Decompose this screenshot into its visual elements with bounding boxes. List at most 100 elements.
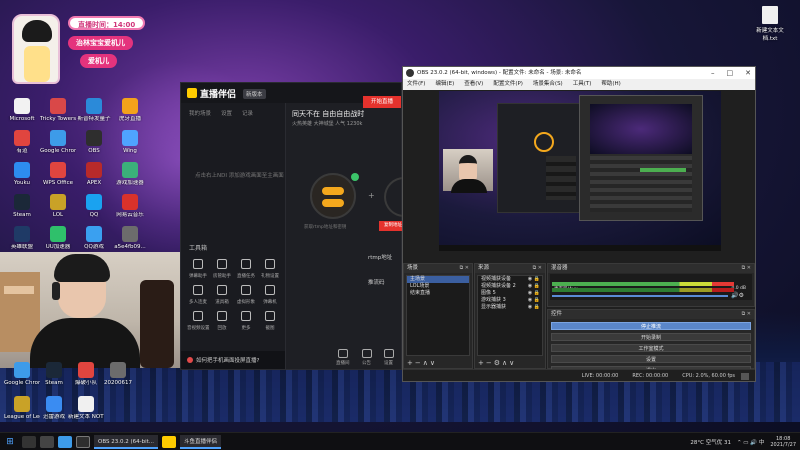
visibility-lock-icon[interactable]: ◉ 🔒: [528, 283, 540, 290]
clock[interactable]: 18:08 2021/7/27: [770, 436, 796, 448]
visibility-lock-icon[interactable]: ◉ 🔒: [528, 304, 540, 311]
desktop-icon[interactable]: LOL: [40, 192, 76, 228]
desktop-icon[interactable]: 20200617: [100, 360, 136, 396]
desktop-icon[interactable]: Steam: [4, 192, 40, 228]
menu-item[interactable]: 配置文件(P): [493, 79, 523, 90]
speaker-icon[interactable]: 🔊⚙: [731, 292, 744, 299]
visibility-lock-icon[interactable]: ◉ 🔒: [528, 290, 540, 297]
desktop-icon[interactable]: Microsoft: [4, 96, 40, 132]
desktop-icon[interactable]: League of Legends: [4, 394, 40, 430]
desktop-icon[interactable]: 斯普特发量子: [76, 96, 112, 132]
desktop-icon[interactable]: Google Chrome: [4, 360, 40, 396]
toolbox-item[interactable]: 弹幕助手: [187, 259, 209, 279]
desktop-icon[interactable]: Tricky Towers: [40, 96, 76, 132]
source-item[interactable]: 游戏捕获 3 ◉ 🔒: [478, 297, 542, 304]
visibility-lock-icon[interactable]: ◉ 🔒: [528, 297, 540, 304]
desktop-icon[interactable]: 有道: [4, 128, 40, 164]
desktop-icon[interactable]: WPS Office: [40, 160, 76, 196]
minimize-icon[interactable]: –: [711, 67, 715, 79]
toolbox-item[interactable]: 弹幕机: [259, 285, 281, 305]
scene-item[interactable]: 主场景: [407, 276, 469, 283]
source-item[interactable]: 图像 5 ◉ 🔒: [478, 290, 542, 297]
menu-item[interactable]: 文件(F): [407, 79, 425, 90]
taskbar-app-helper[interactable]: 斗鱼直播伴侣: [180, 434, 222, 449]
close-icon[interactable]: ✕: [745, 67, 751, 79]
projection-tip[interactable]: 如何把手机画面投屏直播?: [181, 351, 285, 369]
windows-start-icon[interactable]: ⊞: [0, 437, 20, 447]
chrome-icon[interactable]: [58, 435, 72, 448]
tray-icons[interactable]: ⌃ ▭ 🔊 中: [737, 438, 764, 446]
desktop-icon[interactable]: Google Chrome: [40, 128, 76, 164]
webcam-chair: [140, 280, 174, 368]
desktop-file-icon[interactable]: 新建文本文档.txt: [752, 6, 788, 42]
tool-label: 虚拟形象: [237, 300, 255, 305]
toolbox-item[interactable]: 房管助手: [211, 259, 233, 279]
desktop-icon-label: Tricky Towers: [40, 116, 76, 122]
menu-item[interactable]: 场景集合(S): [533, 79, 563, 90]
volume-slider[interactable]: [552, 295, 728, 297]
scene-item[interactable]: LOL场景: [407, 283, 469, 290]
tool-icon: [241, 285, 251, 295]
toolbox-item[interactable]: 音视频设置: [187, 311, 210, 331]
nav-settings[interactable]: 设置: [221, 109, 232, 117]
nav-scenes[interactable]: 我的场景: [189, 109, 211, 117]
app-icon: [14, 194, 30, 210]
control-button[interactable]: 开始录制: [551, 333, 751, 341]
live-room-button[interactable]: 直播间: [336, 349, 350, 366]
desktop-icon[interactable]: 迅雷游戏: [36, 394, 72, 430]
scenes-toolbar[interactable]: +−∧∨: [407, 359, 437, 367]
maximize-icon[interactable]: □: [727, 67, 734, 79]
version-badge[interactable]: 新版本: [243, 89, 266, 99]
desktop-icon[interactable]: Wing: [112, 128, 148, 164]
desktop-icon[interactable]: Steam: [36, 360, 72, 396]
source-item[interactable]: 显示器捕获 ◉ 🔒: [478, 304, 542, 311]
app-icon: [86, 130, 102, 146]
control-button[interactable]: 停止推流: [551, 322, 751, 330]
toolbox-item[interactable]: 更多: [235, 311, 257, 331]
obs-preview[interactable]: [439, 91, 721, 251]
control-button[interactable]: 工作室模式: [551, 344, 751, 352]
desktop-icon[interactable]: APEX: [76, 160, 112, 196]
toolbox-item[interactable]: 虚拟形象: [235, 285, 257, 305]
sources-toolbar[interactable]: +−⚙∧∨: [478, 359, 516, 367]
add-icon[interactable]: +: [368, 191, 375, 200]
notice-button[interactable]: 公告: [361, 349, 372, 366]
desktop-icon[interactable]: 爆破小队: [68, 360, 104, 396]
toolbox-item[interactable]: 截图: [259, 311, 281, 331]
settings-button[interactable]: 设置: [383, 349, 394, 366]
desktop-icon-label: Youku: [14, 180, 30, 186]
nav-records[interactable]: 记录: [242, 109, 253, 117]
search-icon[interactable]: [22, 435, 36, 448]
toolbox-item[interactable]: 道具箱: [211, 285, 233, 305]
desktop-icon[interactable]: Youku: [4, 160, 40, 196]
toolbox-item[interactable]: 多人连麦: [187, 285, 209, 305]
obs-taskbar-icon[interactable]: [76, 435, 90, 448]
source-item[interactable]: 视频捕获设备 ◉ 🔒: [478, 276, 542, 283]
menu-item[interactable]: 帮助(H): [601, 79, 620, 90]
app-icon: [86, 194, 102, 210]
visibility-lock-icon[interactable]: ◉ 🔒: [528, 276, 540, 283]
toolbox-item[interactable]: 礼物设置: [259, 259, 281, 279]
menu-item[interactable]: 查看(V): [464, 79, 483, 90]
menu-item[interactable]: 编辑(E): [435, 79, 454, 90]
helper-taskbar-icon[interactable]: [162, 435, 177, 448]
menu-item[interactable]: 工具(T): [573, 79, 592, 90]
taskbar-app-obs[interactable]: OBS 23.0.2 (64-bit...: [94, 434, 159, 449]
source-item[interactable]: 视频捕获设备 2 ◉ 🔒: [478, 283, 542, 290]
desktop-icon[interactable]: 新建文本 NOTE: [68, 394, 104, 430]
desktop-icon[interactable]: 游戏加速器: [112, 160, 148, 196]
start-live-button[interactable]: 开始直播: [363, 96, 401, 108]
desktop-icon[interactable]: 虎牙直播: [112, 96, 148, 132]
scene-item[interactable]: 结束直播: [407, 290, 469, 297]
desktop-icon[interactable]: 网易云音乐: [112, 192, 148, 228]
preview-webcam: [443, 149, 493, 193]
preview-obs-window: [579, 95, 703, 221]
toolbox-item[interactable]: 回放: [211, 311, 233, 331]
desktop-icon[interactable]: QQ: [76, 192, 112, 228]
toolbox-item[interactable]: 直播任务: [235, 259, 257, 279]
weather[interactable]: 28°C 空气优 31: [690, 438, 731, 446]
system-tray: 28°C 空气优 31 ⌃ ▭ 🔊 中 18:08 2021/7/27: [690, 433, 796, 450]
desktop-icon[interactable]: OBS: [76, 128, 112, 164]
control-button[interactable]: 设置: [551, 355, 751, 363]
task-view-icon[interactable]: [40, 435, 54, 448]
